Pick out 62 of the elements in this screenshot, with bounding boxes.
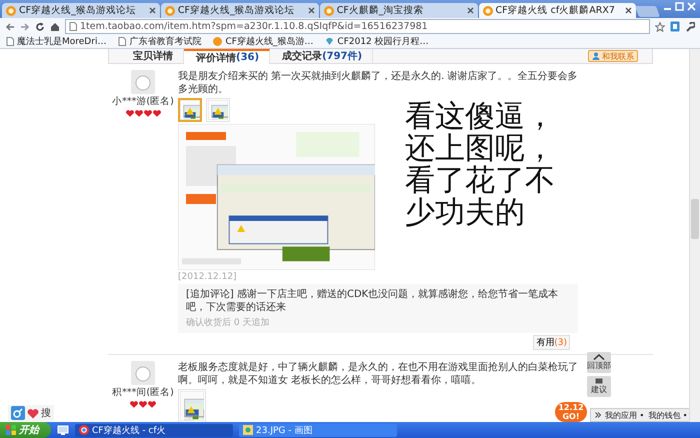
forward-icon[interactable] xyxy=(20,22,30,32)
useful-button[interactable]: 有用(3) xyxy=(533,335,570,350)
review-date: [2012.12.12] xyxy=(178,272,237,282)
annotation-text: 看这傻逼， xyxy=(405,101,555,133)
reload-icon[interactable] xyxy=(35,22,45,32)
site-icon xyxy=(213,37,222,46)
heart-icon[interactable] xyxy=(27,408,39,418)
page-tab[interactable]: 评价详情(36) xyxy=(184,49,270,64)
address-field[interactable]: 1tem.taobao.com/item.htm?spm=a230r.1.10.8.qSIqfP&id=16516237981 xyxy=(65,19,650,34)
back-icon[interactable] xyxy=(5,22,15,32)
browser-tab[interactable]: CF穿越火线_猴岛游戏论坛 xyxy=(160,3,319,18)
annotation-text: 看了花了不 xyxy=(405,165,555,197)
taskbar-item[interactable]: 23.JPG - 画图 xyxy=(239,424,397,436)
user-name: 小***游(匿名) xyxy=(112,95,174,108)
close-icon xyxy=(308,7,315,14)
extension-icon[interactable] xyxy=(670,21,680,32)
double-chevron-icon xyxy=(595,412,601,418)
page-icon xyxy=(69,22,77,31)
paint-icon xyxy=(243,425,253,435)
close-icon[interactable] xyxy=(687,2,696,11)
append-note: 确认收货后 0 天追加 xyxy=(186,316,270,329)
browser-tab[interactable]: CF穿越火线_猴岛游戏论坛 xyxy=(2,3,160,18)
search-link[interactable]: 搜 xyxy=(41,406,51,420)
browser-icon xyxy=(79,425,89,435)
wrench-icon[interactable] xyxy=(685,22,695,32)
gem-icon xyxy=(325,37,334,46)
desktop-icon[interactable] xyxy=(57,424,69,436)
site-icon xyxy=(482,6,493,16)
site-icon xyxy=(164,6,175,16)
page-tab[interactable]: 成交记录(797件) xyxy=(270,49,374,63)
scrollbar[interactable] xyxy=(689,49,700,422)
windows-logo-icon xyxy=(6,425,16,435)
review-text: 老板服务态度就是好，中了辆火麒麟，是永久的，在也不用在游戏里面抢别人的白菜枪玩了啊。呵呵，就是不知道女 老板长的怎么样，哥哥好想看看你，嘻嘻。 xyxy=(178,361,578,387)
toolbar-link[interactable]: 我的应用 • xyxy=(605,410,644,420)
review-text: [追加评论] 感谢一下店主吧，赠送的CDK也没问题，就算感谢您，给您节省一笔成本吧，下次需要的话还来 xyxy=(186,288,560,314)
home-icon[interactable] xyxy=(50,22,60,32)
bookmark-item[interactable]: CF2012 校园行月程… xyxy=(325,35,429,48)
bookmark-item[interactable]: 魔法士乳是MoreDri… xyxy=(6,35,106,48)
toolbar-link[interactable]: 我的钱包 • xyxy=(648,410,688,420)
annotation-text: 少功夫的 xyxy=(405,197,526,229)
browser-tab[interactable]: CF火麒麟_淘宝搜索 xyxy=(320,3,478,18)
site-icon xyxy=(6,6,16,16)
avatar xyxy=(131,70,155,94)
review-text: 我是朋友介绍来买的 第一次买就抽到火麒麟了，还是永久的. 谢谢店家了。。全五分要会多多光顾的。 xyxy=(178,70,578,96)
annotation-text: 还上图呢， xyxy=(405,133,555,165)
close-icon xyxy=(148,7,156,14)
advice-button[interactable]: 建议 xyxy=(587,376,611,397)
taskbar-item[interactable]: CF穿越火线 - cf火 xyxy=(75,424,233,436)
maximize-icon[interactable] xyxy=(675,2,684,11)
browser-tab[interactable]: CF穿越火线 cf火麒麟ARX7 xyxy=(478,3,636,18)
close-icon xyxy=(466,7,474,14)
bookmark-item[interactable]: CF穿越火线_猴岛游… xyxy=(213,35,314,48)
user-name: 积***间(匿名) xyxy=(112,386,174,399)
back-to-top-button[interactable]: 回顶部 xyxy=(587,352,611,373)
star-icon[interactable] xyxy=(655,22,665,32)
close-icon xyxy=(625,7,632,14)
bookmark-item[interactable]: 广东省教育考试院 xyxy=(118,35,202,48)
chevron-up-icon xyxy=(593,354,605,360)
avatar xyxy=(131,361,155,385)
new-tab-button[interactable] xyxy=(635,6,660,17)
site-icon xyxy=(324,6,334,16)
person-icon xyxy=(592,52,600,60)
